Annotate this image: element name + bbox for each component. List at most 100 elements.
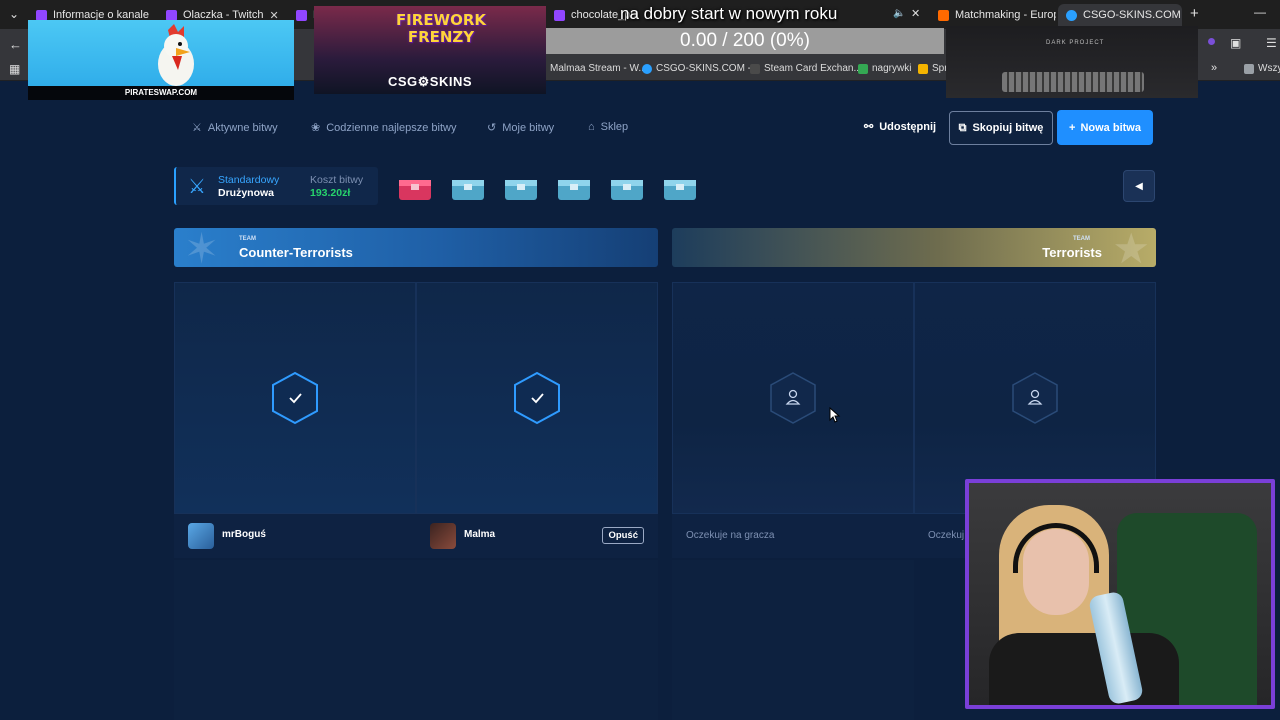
- nav-daily-best[interactable]: ❀ Codzienne najlepsze bitwy: [311, 121, 457, 135]
- copy-label: Skopiuj bitwę: [972, 122, 1044, 134]
- battle-info-card: ⚔ Standardowy Drużynowa Koszt bitwy 193.…: [174, 167, 378, 205]
- bookmark-label: Steam Card Exchan...: [764, 63, 862, 74]
- basket-icon: ⌂: [588, 121, 595, 133]
- folder-icon: [1244, 63, 1254, 74]
- nav-label: Moje bitwy: [502, 121, 555, 134]
- ready-check-icon: [272, 371, 318, 425]
- dark-project-logo: DARK PROJECT: [1046, 40, 1105, 46]
- bookmark-label: CSGO-SKINS.COM -...: [656, 63, 760, 74]
- share-icon: ⚯: [864, 121, 874, 133]
- team-label: TEAM: [239, 236, 256, 242]
- streamer-body: [989, 633, 1179, 705]
- tab-search-icon[interactable]: ⌄: [9, 7, 19, 21]
- player-name: Malma: [464, 529, 496, 540]
- t-emblem-icon: ★: [1112, 228, 1150, 267]
- nav-label: Codzienne najlepsze bitwy: [326, 121, 457, 134]
- collapse-button[interactable]: ◀: [1123, 170, 1155, 202]
- battle-mode-type: Standardowy: [218, 174, 280, 186]
- tab-csgo-skins[interactable]: CSGO-SKINS.COM - ✕: [1058, 4, 1182, 26]
- team-t-header: TEAM Terrorists ★: [672, 228, 1156, 267]
- bookmark-spr[interactable]: Spr: [918, 63, 948, 74]
- waiting-for-player: Oczekuj: [928, 530, 965, 541]
- csgo-skins-icon: [642, 63, 652, 74]
- csgo-skins-icon: [1066, 9, 1077, 21]
- ready-check-icon: [514, 371, 560, 425]
- chicken-mascot-icon: [158, 24, 194, 86]
- bookmark-label: nagrywki: [872, 63, 912, 74]
- blue-case-icon[interactable]: [662, 172, 698, 202]
- keyboard-image: [1002, 72, 1144, 92]
- avatar: [188, 523, 214, 549]
- pirateswap-overlay: PIRATESWAP.COM: [28, 20, 294, 100]
- chevron-right-icon[interactable]: »: [1211, 62, 1217, 74]
- back-icon[interactable]: ←: [9, 37, 22, 52]
- new-battle-button[interactable]: + Nowa bitwa: [1057, 110, 1153, 145]
- caret-left-icon: ◀: [1135, 180, 1143, 192]
- blue-case-icon[interactable]: [556, 172, 592, 202]
- speaker-icon[interactable]: 🔈: [893, 8, 905, 19]
- mouse-cursor-icon: [829, 407, 841, 423]
- team-name: Counter-Terrorists: [239, 245, 353, 260]
- tab-matchmaking[interactable]: Matchmaking - Europ ✕: [930, 4, 1056, 26]
- plus-icon: +: [1069, 121, 1076, 134]
- empty-user-icon: [1012, 372, 1058, 424]
- twitch-icon: [296, 9, 307, 21]
- donation-goal-bar: 0.00 / 200 (0%): [546, 28, 944, 54]
- blue-case-icon[interactable]: [450, 172, 486, 202]
- drive-icon: [858, 63, 868, 74]
- menu-icon[interactable]: ☰: [1266, 36, 1277, 50]
- leave-button[interactable]: Opuść: [602, 527, 644, 544]
- waiting-for-player: Oczekuje na gracza: [686, 530, 775, 541]
- nav-active-battles[interactable]: ⚔ Aktywne bitwy: [192, 121, 278, 135]
- team-name: Terrorists: [1042, 245, 1102, 260]
- close-icon[interactable]: ✕: [911, 7, 920, 20]
- player-slot-t-1[interactable]: [672, 282, 914, 514]
- csgo-skins-promo-overlay: FIREWORK FRENZY CSG⚙SKINS: [314, 6, 546, 94]
- twitch-icon: [166, 9, 177, 21]
- faceit-icon: [938, 9, 949, 21]
- share-button[interactable]: ⚯ Udostępnij: [864, 120, 937, 134]
- csgo-skins-brand: CSG⚙SKINS: [387, 74, 473, 89]
- history-icon: ↺: [487, 122, 497, 134]
- streamer-webcam: [965, 479, 1275, 709]
- bookmark-malmaa[interactable]: Malmaa Stream - W...: [550, 63, 647, 74]
- pink-case-icon[interactable]: [397, 172, 433, 202]
- apps-grid-icon[interactable]: ▦: [9, 62, 20, 76]
- nav-label: Sklep: [600, 121, 629, 133]
- new-label: Nowa bitwa: [1080, 121, 1141, 134]
- copy-battle-button[interactable]: ⧉ Skopiuj bitwę: [949, 111, 1053, 145]
- blue-case-icon[interactable]: [503, 172, 539, 202]
- player-name: mrBoguś: [222, 529, 266, 540]
- results-column-ct-1: [174, 560, 416, 720]
- player-row-ct-1: mrBoguś: [174, 514, 416, 558]
- new-tab-icon[interactable]: +: [1190, 5, 1199, 22]
- crossed-swords-icon: ⚔: [188, 176, 206, 198]
- copy-icon: ⧉: [958, 121, 967, 134]
- battle-cost-label: Koszt bitwy: [310, 174, 364, 186]
- folder-icon: [918, 63, 928, 74]
- bookmark-label: Malmaa Stream - W...: [550, 63, 647, 74]
- bookmark-steam-card[interactable]: Steam Card Exchan...: [750, 63, 862, 74]
- nav-my-battles[interactable]: ↺ Moje bitwy: [487, 121, 555, 135]
- extension-icon[interactable]: [1208, 38, 1215, 45]
- results-column-ct-2: [416, 560, 658, 720]
- twitch-icon: [554, 9, 565, 21]
- firework-frenzy-title: FIREWORK FRENZY: [395, 11, 487, 46]
- bookmark-csgo-skins[interactable]: CSGO-SKINS.COM -...: [642, 63, 759, 74]
- tab-label: Matchmaking - Europ: [955, 9, 1056, 21]
- battle-mode-name: Drużynowa: [218, 187, 275, 199]
- bookmark-nagrywki[interactable]: nagrywki: [858, 63, 911, 74]
- battle-cost-value: 193.20zł: [310, 187, 351, 199]
- tab-label: CSGO-SKINS.COM -: [1083, 9, 1182, 21]
- minimize-icon[interactable]: —: [1254, 5, 1266, 19]
- bookmark-all[interactable]: Wszy: [1244, 63, 1280, 74]
- dark-project-overlay: DARK PROJECT: [946, 26, 1198, 98]
- share-label: Udostępnij: [879, 120, 937, 133]
- ct-emblem-icon: ✶: [184, 228, 220, 267]
- extensions-puzzle-icon[interactable]: ▣: [1230, 36, 1241, 50]
- nav-shop[interactable]: ⌂ Sklep: [588, 121, 628, 133]
- avatar: [430, 523, 456, 549]
- player-slot-ct-2: [416, 282, 658, 514]
- blue-case-icon[interactable]: [609, 172, 645, 202]
- trophy-icon: ❀: [311, 122, 321, 134]
